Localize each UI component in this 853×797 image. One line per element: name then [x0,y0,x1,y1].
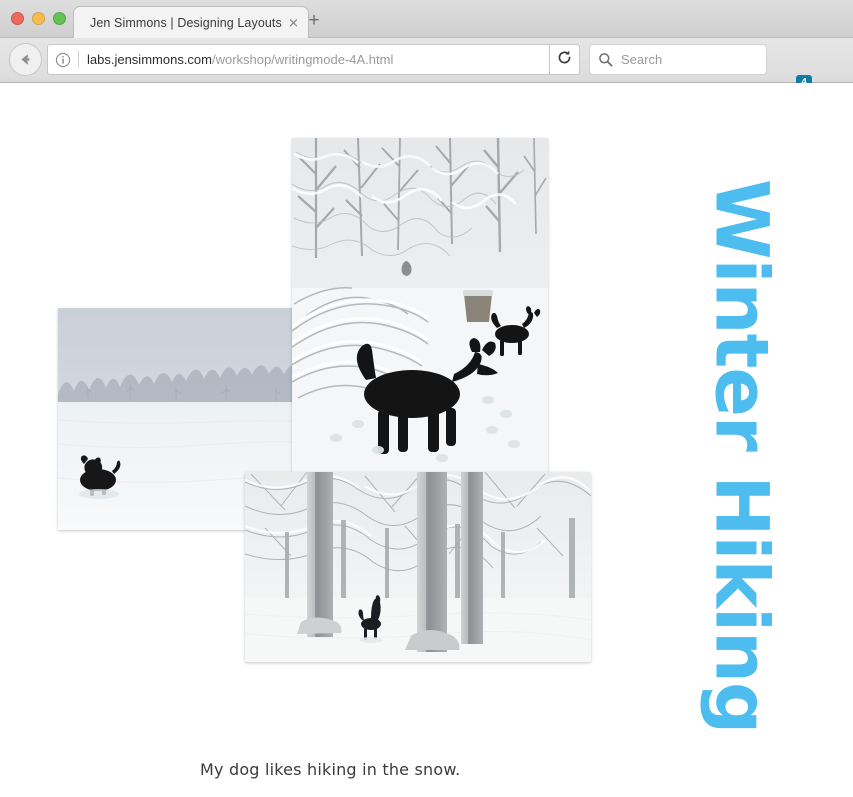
url-domain: labs.jensimmons.com [87,52,212,67]
browser-tab-active[interactable]: Jen Simmons | Designing Layouts ✕ [73,6,309,38]
search-input[interactable]: Search [621,52,662,67]
browser-toolbar: labs.jensimmons.com/workshop/writingmode… [0,38,853,105]
back-button[interactable] [9,43,42,76]
address-bar-url: labs.jensimmons.com/workshop/writingmode… [87,52,393,67]
info-icon[interactable] [55,52,71,68]
search-field[interactable]: Search [589,44,767,75]
new-tab-button[interactable]: + [303,11,325,33]
address-bar[interactable]: labs.jensimmons.com/workshop/writingmode… [47,44,550,75]
close-window-button[interactable] [11,12,24,25]
tab-title: Jen Simmons | Designing Layouts [90,15,282,30]
zoom-window-button[interactable] [53,12,66,25]
window-controls [11,12,66,25]
address-bar-separator [78,51,79,68]
search-icon [598,52,613,67]
url-path: /workshop/writingmode-4A.html [212,52,394,67]
tab-strip: Jen Simmons | Designing Layouts ✕ + [0,0,853,38]
page-content: Winter Hiking My dog likes hiking in the… [0,83,853,797]
page-title: Winter Hiking [698,179,784,734]
minimize-window-button[interactable] [32,12,45,25]
photo-caption: My dog likes hiking in the snow. [200,760,461,779]
photo-snowy-yard-two-dogs [292,138,548,472]
photo-snowy-forest-dog [245,472,591,662]
browser-window: Jen Simmons | Designing Layouts ✕ + labs… [0,0,853,797]
close-tab-icon[interactable]: ✕ [288,16,299,29]
reload-button[interactable] [550,44,580,75]
back-arrow-icon [16,50,35,69]
browser-chrome: Jen Simmons | Designing Layouts ✕ + labs… [0,0,853,105]
reload-icon [556,49,573,71]
